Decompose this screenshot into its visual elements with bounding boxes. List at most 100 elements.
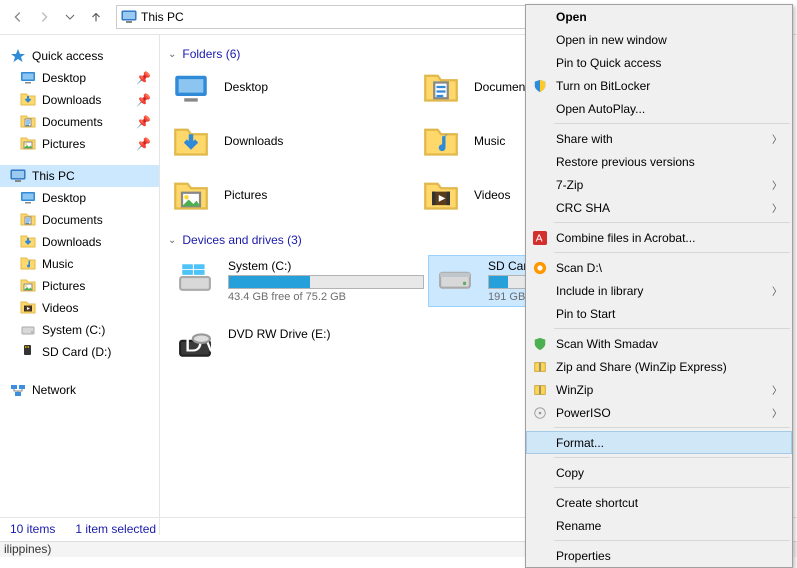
sidebar-quick-access[interactable]: Quick access <box>0 45 159 67</box>
folder-label: Downloads <box>224 134 283 148</box>
system-c--icon <box>20 321 36 340</box>
arrow-right-icon <box>37 10 51 24</box>
context-menu-item[interactable]: Pin to Quick access <box>526 51 792 74</box>
sd-card-d--icon <box>20 343 36 362</box>
drive-item[interactable]: System (C:) 43.4 GB free of 75.2 GB <box>168 255 428 307</box>
sidebar-item[interactable]: SD Card (D:) <box>0 341 159 363</box>
drive-capacity-bar <box>228 275 424 289</box>
this-pc-icon <box>10 168 26 184</box>
context-menu-item-label: Include in library <box>556 284 643 298</box>
context-menu-item[interactable]: Scan With Smadav <box>526 332 792 355</box>
smadav-green-icon <box>532 336 548 352</box>
desktop-folder-icon <box>168 69 214 105</box>
context-menu-item[interactable]: Create shortcut <box>526 491 792 514</box>
context-menu-item[interactable]: Open in new window <box>526 28 792 51</box>
drive-label: System (C:) <box>228 259 424 273</box>
context-menu-separator <box>554 252 790 253</box>
context-menu-item[interactable]: PowerISO〉 <box>526 401 792 424</box>
context-menu-item-label: WinZip <box>556 383 593 397</box>
forward-button[interactable] <box>32 5 56 29</box>
drive-item[interactable]: DVD DVD RW Drive (E:) <box>168 323 428 367</box>
section-title: Devices and drives (3) <box>182 233 301 247</box>
submenu-arrow-icon: 〉 <box>772 382 782 397</box>
star-icon <box>10 48 26 64</box>
documents-icon <box>20 211 36 230</box>
context-menu-item-label: Open in new window <box>556 33 667 47</box>
downloads-folder-icon <box>168 123 214 159</box>
folder-item[interactable]: Desktop <box>168 69 418 105</box>
acrobat-icon: A <box>532 230 548 246</box>
section-title: Folders (6) <box>182 47 240 61</box>
drive-icon: DVD <box>172 327 218 363</box>
sidebar-item[interactable]: Downloads 📌 <box>0 89 159 111</box>
context-menu-item[interactable]: 7-Zip〉 <box>526 173 792 196</box>
sidebar-item[interactable]: System (C:) <box>0 319 159 341</box>
downloads-icon <box>20 233 36 252</box>
sidebar-network[interactable]: Network <box>0 379 159 401</box>
sidebar-item[interactable]: Desktop📌 <box>0 67 159 89</box>
context-menu-item[interactable]: Share with〉 <box>526 127 792 150</box>
status-selected: 1 item selected <box>75 522 156 536</box>
sidebar-item[interactable]: Music <box>0 253 159 275</box>
context-menu-item-label: Turn on BitLocker <box>556 79 650 93</box>
sidebar-this-pc[interactable]: This PC <box>0 165 159 187</box>
context-menu-item-label: Combine files in Acrobat... <box>556 231 695 245</box>
context-menu-item[interactable]: CRC SHA〉 <box>526 196 792 219</box>
context-menu-item-label: Properties <box>556 549 611 563</box>
music-icon <box>20 255 36 274</box>
context-menu-item[interactable]: Pin to Start <box>526 302 792 325</box>
folder-item[interactable]: Pictures <box>168 177 418 213</box>
context-menu-item[interactable]: Restore previous versions <box>526 150 792 173</box>
sidebar-item[interactable]: Documents <box>0 209 159 231</box>
desktop-icon <box>20 69 36 88</box>
context-menu-separator <box>554 457 790 458</box>
folder-item[interactable]: Downloads <box>168 123 418 159</box>
context-menu-item-label: Pin to Quick access <box>556 56 661 70</box>
up-button[interactable] <box>84 5 108 29</box>
context-menu-item-label: Scan With Smadav <box>556 337 658 351</box>
shield-icon <box>532 78 548 94</box>
context-menu-item[interactable]: Turn on BitLocker <box>526 74 792 97</box>
sidebar-item[interactable]: Pictures <box>0 275 159 297</box>
context-menu-item[interactable]: Copy <box>526 461 792 484</box>
context-menu-item-label: Format... <box>556 436 604 450</box>
context-menu-item[interactable]: Format... <box>526 431 792 454</box>
sidebar-label: This PC <box>32 169 75 183</box>
context-menu-item[interactable]: Open AutoPlay... <box>526 97 792 120</box>
sidebar-item-label: Music <box>42 257 73 271</box>
context-menu-separator <box>554 487 790 488</box>
back-button[interactable] <box>6 5 30 29</box>
sidebar-item[interactable]: Downloads <box>0 231 159 253</box>
context-menu-item[interactable]: Scan D:\ <box>526 256 792 279</box>
drive-label: DVD RW Drive (E:) <box>228 327 424 341</box>
context-menu-item-label: Open <box>556 10 587 24</box>
sidebar-item-label: Documents <box>42 115 103 129</box>
context-menu-item[interactable]: Open <box>526 5 792 28</box>
context-menu-item[interactable]: Include in library〉 <box>526 279 792 302</box>
context-menu-item[interactable]: Rename <box>526 514 792 537</box>
context-menu-item[interactable]: Properties <box>526 544 792 567</box>
context-menu-separator <box>554 222 790 223</box>
pin-icon: 📌 <box>136 93 151 107</box>
folder-label: Music <box>474 134 505 148</box>
context-menu-item-label: Pin to Start <box>556 307 615 321</box>
address-bar[interactable]: This PC <box>116 5 546 29</box>
pin-icon: 📌 <box>136 71 151 85</box>
sidebar-item[interactable]: Videos <box>0 297 159 319</box>
drive-free-text: 43.4 GB free of 75.2 GB <box>228 291 424 303</box>
sidebar-item[interactable]: Desktop <box>0 187 159 209</box>
recent-dropdown[interactable] <box>58 5 82 29</box>
context-menu-item-label: Zip and Share (WinZip Express) <box>556 360 727 374</box>
chevron-down-icon: ⌄ <box>168 235 176 246</box>
sidebar-item[interactable]: Documents📌 <box>0 111 159 133</box>
winzip-icon <box>532 359 548 375</box>
sidebar-item-label: Downloads <box>42 93 101 107</box>
sidebar-item[interactable]: Pictures📌 <box>0 133 159 155</box>
context-menu-item[interactable]: A Combine files in Acrobat... <box>526 226 792 249</box>
sidebar-label: Network <box>32 383 76 397</box>
context-menu-item[interactable]: WinZip 〉 <box>526 378 792 401</box>
submenu-arrow-icon: 〉 <box>772 200 782 215</box>
sidebar-item-label: Pictures <box>42 137 85 151</box>
context-menu-item[interactable]: Zip and Share (WinZip Express) <box>526 355 792 378</box>
context-menu-item-label: Restore previous versions <box>556 155 695 169</box>
